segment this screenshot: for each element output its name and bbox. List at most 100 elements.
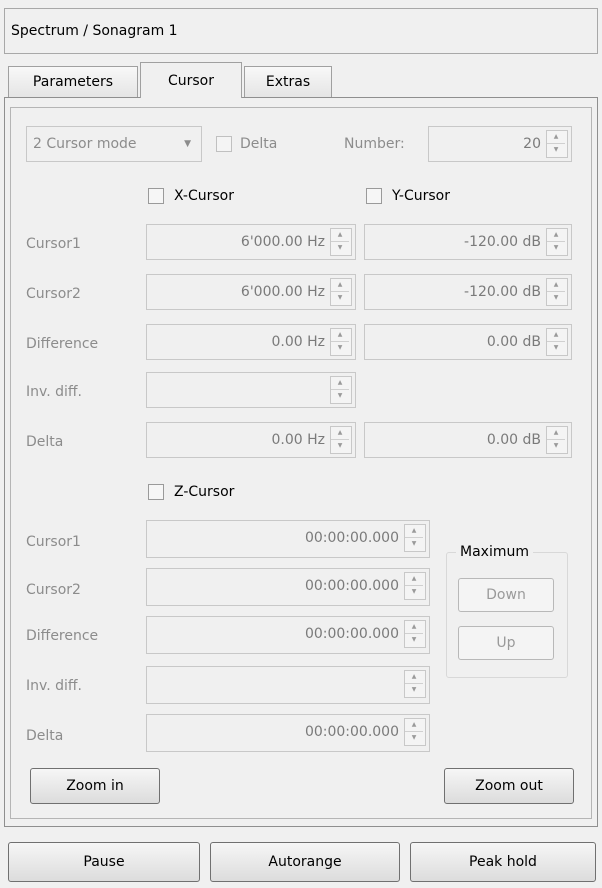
pause-button[interactable]: Pause [8,842,200,882]
spinner[interactable]: ▲ ▼ [546,278,568,306]
spin-up-icon[interactable]: ▲ [547,131,565,144]
spin-up-icon[interactable]: ▲ [331,427,349,440]
x-delta-field[interactable]: 0.00 Hz ▲ ▼ [146,422,356,458]
x-difference-field[interactable]: 0.00 Hz ▲ ▼ [146,324,356,360]
spin-up-icon[interactable]: ▲ [547,427,565,440]
z-row-label: Difference [26,628,99,644]
y-delta-value: 0.00 dB [486,432,541,448]
maximum-up-button[interactable]: Up [458,626,554,660]
spinner[interactable]: ▲ ▼ [404,670,426,698]
z-cursor1-field[interactable]: 00:00:00.000 ▲ ▼ [146,520,430,558]
cursor-mode-select[interactable]: 2 Cursor mode ▼ [26,126,202,162]
spin-down-icon[interactable]: ▼ [405,586,423,598]
z-delta-field[interactable]: 00:00:00.000 ▲ ▼ [146,714,430,752]
x-cursor-checkbox[interactable] [148,188,164,204]
spin-down-icon[interactable]: ▼ [405,732,423,744]
window-title: Spectrum / Sonagram 1 [4,8,598,54]
peak-hold-button[interactable]: Peak hold [410,842,596,882]
z-cursor-checkbox[interactable] [148,484,164,500]
spinner[interactable]: ▲ ▼ [330,328,352,356]
spinner[interactable]: ▲ ▼ [330,228,352,256]
x-cursor-label: X-Cursor [174,188,234,204]
spinner[interactable]: ▲ ▼ [330,426,352,454]
zoom-out-button[interactable]: Zoom out [444,768,574,804]
z-difference-value: 00:00:00.000 [304,626,399,642]
z-row-label: Inv. diff. [26,678,82,694]
z-delta-value: 00:00:00.000 [304,724,399,740]
spin-up-icon[interactable]: ▲ [331,229,349,242]
spinner[interactable]: ▲ ▼ [330,278,352,306]
z-cursor2-value: 00:00:00.000 [304,578,399,594]
spin-up-icon[interactable]: ▲ [405,525,423,538]
spin-up-icon[interactable]: ▲ [547,279,565,292]
spin-up-icon[interactable]: ▲ [331,377,349,390]
spin-down-icon[interactable]: ▼ [405,634,423,646]
spinner[interactable]: ▲ ▼ [404,620,426,648]
z-inv-diff-field[interactable]: ▲ ▼ [146,666,430,704]
spin-down-icon[interactable]: ▼ [331,440,349,452]
spin-down-icon[interactable]: ▼ [547,342,565,354]
spin-up-icon[interactable]: ▲ [331,279,349,292]
delta-checkbox[interactable] [216,136,232,152]
number-value: 20 [523,136,541,152]
maximum-down-button[interactable]: Down [458,578,554,612]
x-difference-value: 0.00 Hz [271,334,326,350]
spin-down-icon[interactable]: ▼ [331,390,349,402]
spin-up-icon[interactable]: ▲ [547,329,565,342]
zoom-in-button[interactable]: Zoom in [30,768,160,804]
spin-down-icon[interactable]: ▼ [405,538,423,550]
spinner[interactable]: ▲ ▼ [404,524,426,552]
spin-up-icon[interactable]: ▲ [547,229,565,242]
chevron-down-icon: ▼ [184,139,191,149]
xy-row-label: Cursor2 [26,286,81,302]
cursor-panel [10,107,592,819]
x-cursor2-field[interactable]: 6'000.00 Hz ▲ ▼ [146,274,356,310]
y-cursor-label: Y-Cursor [392,188,450,204]
y-cursor-checkbox[interactable] [366,188,382,204]
spin-up-icon[interactable]: ▲ [405,719,423,732]
z-cursor2-field[interactable]: 00:00:00.000 ▲ ▼ [146,568,430,606]
y-cursor2-field[interactable]: -120.00 dB ▲ ▼ [364,274,572,310]
number-spinner[interactable]: ▲ ▼ [546,130,568,158]
spin-down-icon[interactable]: ▼ [547,292,565,304]
spinner[interactable]: ▲ ▼ [404,572,426,600]
spin-down-icon[interactable]: ▼ [331,342,349,354]
z-difference-field[interactable]: 00:00:00.000 ▲ ▼ [146,616,430,654]
spin-up-icon[interactable]: ▲ [405,671,423,684]
number-stepper[interactable]: 20 ▲ ▼ [428,126,572,162]
spinner[interactable]: ▲ ▼ [330,376,352,404]
spinner[interactable]: ▲ ▼ [546,426,568,454]
x-delta-value: 0.00 Hz [271,432,326,448]
tab-parameters[interactable]: Parameters [8,66,138,98]
spinner[interactable]: ▲ ▼ [404,718,426,746]
spin-up-icon[interactable]: ▲ [331,329,349,342]
y-delta-field[interactable]: 0.00 dB ▲ ▼ [364,422,572,458]
z-row-label: Delta [26,728,64,744]
x-cursor2-value: 6'000.00 Hz [240,284,325,300]
x-inv-diff-field[interactable]: ▲ ▼ [146,372,356,408]
spin-down-icon[interactable]: ▼ [331,242,349,254]
cursor-mode-value: 2 Cursor mode [33,136,137,152]
spinner[interactable]: ▲ ▼ [546,328,568,356]
z-cursor-label: Z-Cursor [174,484,235,500]
xy-row-label: Delta [26,434,64,450]
spin-down-icon[interactable]: ▼ [547,440,565,452]
spin-down-icon[interactable]: ▼ [331,292,349,304]
delta-label: Delta [240,136,278,152]
y-cursor1-field[interactable]: -120.00 dB ▲ ▼ [364,224,572,260]
tab-cursor[interactable]: Cursor [140,62,242,98]
y-difference-field[interactable]: 0.00 dB ▲ ▼ [364,324,572,360]
spin-down-icon[interactable]: ▼ [405,684,423,696]
spinner[interactable]: ▲ ▼ [546,228,568,256]
autorange-button[interactable]: Autorange [210,842,400,882]
x-cursor1-value: 6'000.00 Hz [240,234,325,250]
x-cursor1-field[interactable]: 6'000.00 Hz ▲ ▼ [146,224,356,260]
spin-down-icon[interactable]: ▼ [547,144,565,156]
number-label: Number: [344,136,405,152]
y-cursor2-value: -120.00 dB [464,284,541,300]
spin-up-icon[interactable]: ▲ [405,621,423,634]
tab-extras[interactable]: Extras [244,66,332,98]
z-cursor1-value: 00:00:00.000 [304,530,399,546]
spin-down-icon[interactable]: ▼ [547,242,565,254]
spin-up-icon[interactable]: ▲ [405,573,423,586]
